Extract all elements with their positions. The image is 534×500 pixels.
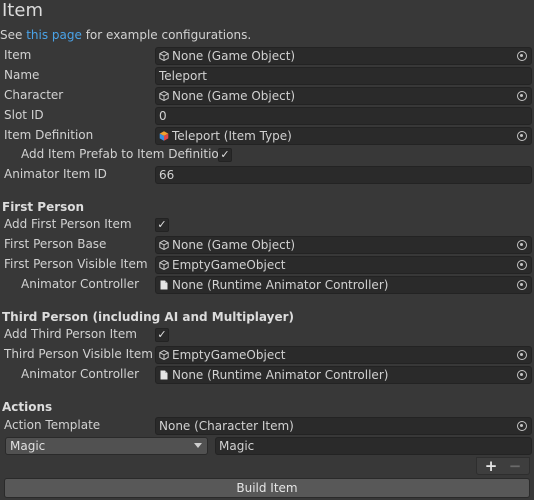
item-row: Item None (Game Object) [0, 47, 534, 65]
object-picker-icon[interactable] [517, 131, 527, 141]
game-object-icon [159, 260, 169, 270]
object-picker-icon[interactable] [517, 260, 527, 270]
action-name-value: Magic [219, 439, 255, 453]
add-prefab-label: Add Item Prefab to Item Definition [21, 147, 227, 161]
remove-action-button[interactable]: − [503, 458, 527, 474]
document-icon [160, 370, 168, 380]
add-prefab-row: Add Item Prefab to Item Definition ✓ [0, 146, 534, 164]
first-person-visible-field[interactable]: EmptyGameObject [155, 256, 532, 274]
subtitle-prefix: See [0, 28, 27, 42]
slot-id-value: 0 [159, 109, 167, 123]
inspector-title: Item [2, 0, 43, 21]
slot-id-label: Slot ID [4, 108, 44, 122]
example-config-link[interactable]: this page [26, 28, 82, 42]
action-template-row: Action Template None (Character Item) [0, 417, 534, 435]
action-type-dropdown[interactable]: Magic [5, 437, 208, 455]
third-person-animator-row: Animator Controller None (Runtime Animat… [0, 366, 534, 384]
character-value: None (Game Object) [172, 89, 296, 103]
add-remove-controls: + − [476, 457, 530, 475]
object-picker-icon[interactable] [517, 350, 527, 360]
add-third-person-checkbox[interactable]: ✓ [155, 328, 169, 342]
character-row: Character None (Game Object) [0, 87, 534, 105]
third-person-visible-field[interactable]: EmptyGameObject [155, 346, 532, 364]
item-definition-value: Teleport (Item Type) [172, 129, 292, 143]
add-action-button[interactable]: + [479, 458, 503, 474]
action-template-value: None (Character Item) [159, 419, 294, 433]
item-object-field[interactable]: None (Game Object) [155, 47, 532, 65]
slot-id-input[interactable]: 0 [155, 107, 532, 125]
first-person-visible-label: First Person Visible Item [4, 257, 148, 271]
item-definition-label: Item Definition [4, 128, 94, 142]
name-label: Name [4, 68, 40, 82]
third-person-animator-value: None (Runtime Animator Controller) [172, 368, 389, 382]
third-person-heading: Third Person (including AI and Multiplay… [2, 310, 294, 324]
game-object-icon [159, 350, 169, 360]
animator-item-id-value: 66 [159, 168, 175, 182]
action-template-field[interactable]: None (Character Item) [155, 417, 532, 435]
add-first-person-label: Add First Person Item [4, 217, 132, 231]
first-person-visible-value: EmptyGameObject [172, 258, 286, 272]
first-person-visible-row: First Person Visible Item EmptyGameObjec… [0, 256, 534, 274]
document-icon [160, 280, 168, 290]
animator-item-id-input[interactable]: 66 [155, 166, 532, 184]
first-person-base-label: First Person Base [4, 237, 107, 251]
name-input[interactable]: Teleport [155, 67, 532, 85]
object-picker-icon[interactable] [517, 240, 527, 250]
add-third-person-label: Add Third Person Item [4, 327, 137, 341]
action-type-value: Magic [10, 439, 46, 453]
slot-id-row: Slot ID 0 [0, 107, 534, 125]
add-first-person-row: Add First Person Item ✓ [0, 216, 534, 234]
character-object-field[interactable]: None (Game Object) [155, 87, 532, 105]
name-value: Teleport [159, 69, 207, 83]
object-picker-icon[interactable] [517, 280, 527, 290]
item-value: None (Game Object) [172, 49, 296, 63]
add-prefab-checkbox[interactable]: ✓ [218, 148, 232, 162]
object-picker-icon[interactable] [517, 370, 527, 380]
add-first-person-checkbox[interactable]: ✓ [155, 218, 169, 232]
first-person-animator-field[interactable]: None (Runtime Animator Controller) [155, 276, 532, 294]
third-person-animator-label: Animator Controller [21, 367, 140, 381]
third-person-animator-field[interactable]: None (Runtime Animator Controller) [155, 366, 532, 384]
animator-item-id-label: Animator Item ID [4, 167, 107, 181]
actions-heading: Actions [2, 400, 53, 414]
first-person-heading: First Person [2, 200, 85, 214]
first-person-animator-label: Animator Controller [21, 277, 140, 291]
first-person-base-row: First Person Base None (Game Object) [0, 236, 534, 254]
third-person-visible-value: EmptyGameObject [172, 348, 286, 362]
action-name-input[interactable]: Magic [215, 437, 532, 455]
game-object-icon [159, 51, 169, 61]
item-definition-row: Item Definition Teleport (Item Type) [0, 127, 534, 145]
object-picker-icon[interactable] [517, 51, 527, 61]
game-object-icon [159, 240, 169, 250]
first-person-base-value: None (Game Object) [172, 238, 296, 252]
add-third-person-row: Add Third Person Item ✓ [0, 326, 534, 344]
third-person-visible-row: Third Person Visible Item EmptyGameObjec… [0, 346, 534, 364]
first-person-animator-value: None (Runtime Animator Controller) [172, 278, 389, 292]
object-picker-icon[interactable] [517, 421, 527, 431]
first-person-base-field[interactable]: None (Game Object) [155, 236, 532, 254]
subtitle-suffix: for example configurations. [81, 28, 252, 42]
third-person-visible-label: Third Person Visible Item [4, 347, 153, 361]
name-row: Name Teleport [0, 67, 534, 85]
first-person-animator-row: Animator Controller None (Runtime Animat… [0, 276, 534, 294]
character-label: Character [4, 88, 64, 102]
item-label: Item [4, 48, 32, 62]
object-picker-icon[interactable] [517, 91, 527, 101]
item-type-icon [159, 131, 169, 141]
subtitle: See this page for example configurations… [0, 28, 251, 42]
item-definition-field[interactable]: Teleport (Item Type) [155, 127, 532, 145]
dropdown-caret-icon [194, 443, 202, 448]
animator-item-id-row: Animator Item ID 66 [0, 166, 534, 184]
action-template-label: Action Template [4, 418, 101, 432]
build-item-button[interactable]: Build Item [4, 478, 530, 498]
game-object-icon [159, 91, 169, 101]
